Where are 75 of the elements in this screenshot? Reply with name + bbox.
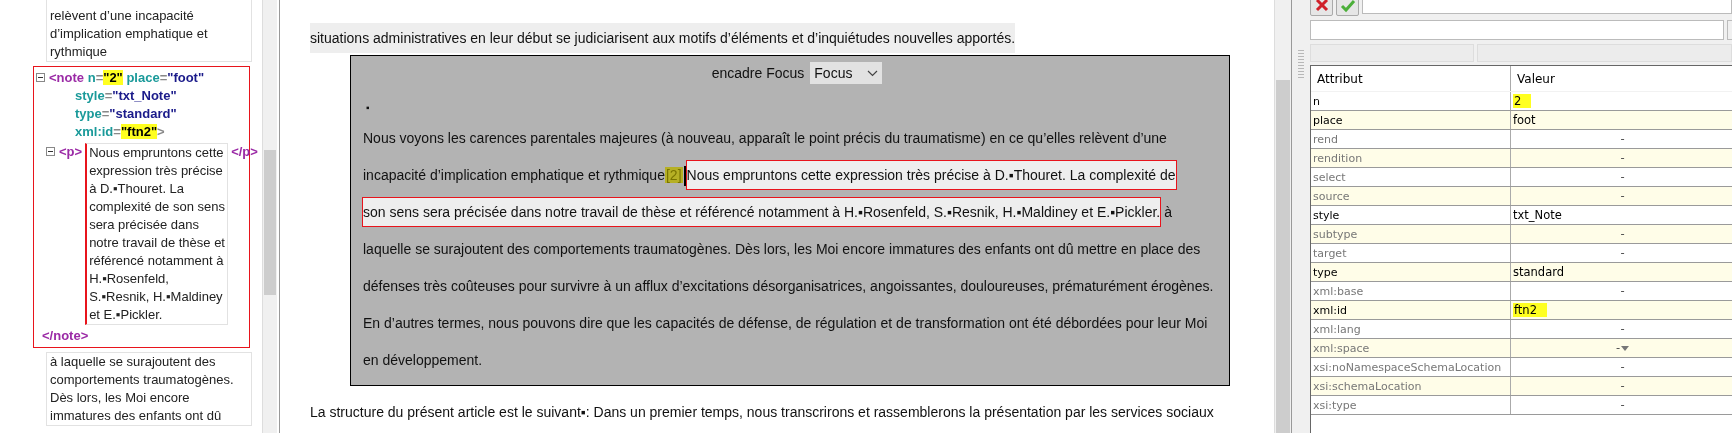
attribute-name: n — [87, 70, 96, 85]
attribute-name: place — [126, 70, 160, 85]
table-cell[interactable]: 2 — [1513, 94, 1532, 108]
table-cell[interactable]: - — [1620, 246, 1625, 260]
attribute-value: "2" — [103, 70, 123, 85]
bullet: ▪ — [366, 102, 370, 113]
apply-button[interactable] — [1336, 0, 1359, 16]
text-node[interactable]: relèvent d’une incapacité d’implication emphatique et rythmique — [46, 0, 252, 62]
table-cell[interactable]: - — [1620, 227, 1625, 241]
attribute-value: "foot" — [167, 70, 205, 85]
table-cell[interactable]: ftn2 — [1513, 303, 1547, 317]
table-cell[interactable]: - — [1620, 284, 1625, 298]
table-cell[interactable]: - — [1620, 379, 1625, 393]
attribute-name: xml:id — [75, 124, 114, 139]
table-cell: xml:id — [1311, 301, 1511, 319]
column-header[interactable]: Attribut — [1311, 66, 1511, 91]
footnote-text[interactable]: son sens sera précisée dans notre travail de thèse et référencé notamment à H.▪Rosenfeld, S.▪Resnik, H.▪Maldiney et E.▪Pickler. — [363, 198, 1161, 226]
table-cell[interactable]: - — [1620, 132, 1625, 146]
tag-end: > — [157, 124, 165, 139]
table-cell: xsi:schemaLocation — [1311, 377, 1511, 395]
table-cell[interactable]: foot — [1513, 113, 1536, 127]
table-cell: source — [1311, 187, 1511, 205]
table-cell[interactable]: - — [1620, 189, 1625, 203]
paragraph: La structure du présent article est le suivant▪: Dans un premier temps, nous transcrirons et rassemblerons la présentation par les services sociaux — [310, 403, 1215, 422]
table-cell[interactable]: - — [1620, 360, 1625, 374]
attribute-value: "standard" — [109, 106, 177, 121]
table-cell[interactable]: - — [1615, 341, 1621, 355]
table-cell: target — [1311, 244, 1511, 262]
table-cell: subtype — [1311, 225, 1511, 243]
table-cell: xml:lang — [1311, 320, 1511, 338]
table-cell: n — [1311, 92, 1511, 110]
footnote-text[interactable]: Nous empruntons cette expression très précise à D.▪Thouret. La complexité de — [686, 161, 1176, 189]
chevron-down-icon — [867, 69, 879, 77]
table-cell[interactable]: txt_Note — [1513, 208, 1562, 222]
collapse-icon[interactable] — [36, 73, 45, 82]
table-cell[interactable]: - — [1620, 322, 1625, 336]
table-cell: xml:base — [1311, 282, 1511, 300]
table-cell[interactable]: - — [1620, 151, 1625, 165]
equals-sign: = — [101, 106, 110, 121]
column-header[interactable]: Valeur — [1511, 66, 1732, 91]
attribute-name: type — [75, 106, 102, 121]
attribute-name: style — [75, 88, 105, 103]
table-cell: style — [1311, 206, 1511, 224]
table-cell: rendition — [1311, 149, 1511, 167]
closing-tag: </note> — [42, 328, 89, 343]
text-node[interactable]: à laquelle se surajoutent des comportements traumatogènes. Dès lors, les Moi encore immatures des enfants ont dû — [46, 352, 252, 426]
input-field[interactable] — [1362, 0, 1732, 14]
table-cell: xsi:noNamespaceSchemaLocation — [1311, 358, 1511, 376]
box-label: encadre Focus — [711, 64, 805, 83]
style-dropdown[interactable]: Focus — [810, 62, 883, 84]
attribute-value: "txt_Note" — [112, 88, 177, 103]
paragraph: situations administratives en leur début se judiciarisent aux motifs d’éléments et d’inquiétudes nouvelles apportés. — [310, 23, 1016, 53]
table-cell: place — [1311, 111, 1511, 129]
text-node[interactable]: Nous empruntons cette expression très précise à D.▪Thouret. La complexité de son sens sera précisée dans notre travail de thèse et référencé notamment à H.▪Rosenfeld, S.▪Resnik, H.▪Maldiney et E.▪Pickler. — [85, 143, 229, 325]
table-cell[interactable]: standard — [1513, 265, 1564, 279]
table-cell: type — [1311, 263, 1511, 281]
element-tag[interactable]: <p> — [59, 143, 83, 161]
table-cell: rend — [1311, 130, 1511, 148]
equals-sign: = — [113, 124, 121, 139]
table-cell[interactable]: - — [1620, 170, 1625, 184]
collapse-icon[interactable] — [46, 147, 55, 156]
table-cell: xsi:type — [1311, 396, 1511, 414]
paragraph: Nous voyons les carences parentales majeures (à nouveau, apparaît le point précis du traumatisme) en ce qu’elles relèvent d’une incapacité d’implication emphatique et rythmique[2] Nous empruntons cette expression très précise à D.▪Thouret. La complexité de son sens sera précisée dans notre travail de thèse et référencé notamment à H.▪Rosenfeld, S.▪Resnik, H.▪Maldiney et E.▪Pickler. à laquelle se surajoutent des comportements traumatogènes. Dès lors, les Moi encore immatures des enfants ont dû mettre en place des défenses très coûteuses pour survivre à un afflux d’excitations désorganisatrices, angoissantes, douloureuses, prématurément érogènes. En d’autres termes, nous pouvons dire que les capacités de défense, de régulation et de transformation ont été débordées pour leur Moi en développement. — [363, 129, 1215, 370]
equals-sign: = — [159, 70, 168, 85]
equals-sign: = — [104, 88, 113, 103]
equals-sign: = — [95, 70, 104, 85]
scrollbar[interactable] — [262, 0, 277, 433]
element-tag[interactable]: <note — [49, 70, 85, 85]
table-cell: select — [1311, 168, 1511, 186]
table-cell: xml:space — [1311, 339, 1511, 357]
dropdown-arrow-icon[interactable] — [1621, 345, 1630, 351]
input-field[interactable] — [1310, 20, 1724, 40]
table-cell[interactable]: - — [1620, 398, 1625, 412]
scrollbar[interactable] — [1274, 0, 1291, 433]
cancel-button[interactable] — [1310, 0, 1333, 16]
